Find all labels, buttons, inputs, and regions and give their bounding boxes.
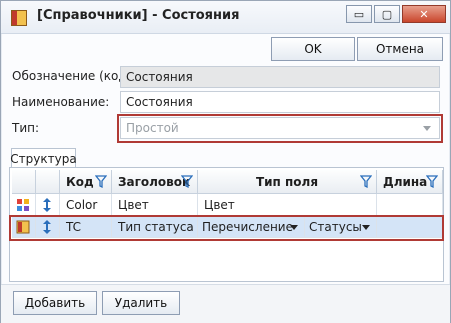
row-order-cell[interactable] [36, 194, 60, 216]
cell-length[interactable] [377, 194, 443, 216]
code-field[interactable]: Состояния [120, 66, 440, 88]
minimize-button[interactable]: ▭ [346, 5, 372, 23]
type-select-value: Простой [126, 121, 179, 135]
grid-header-title-label: Заголовок [118, 174, 191, 189]
grid-header-code-label: Код [66, 174, 94, 189]
row-order-cell[interactable] [36, 216, 60, 238]
palette-dots-icon [17, 198, 29, 211]
reference-dropdown-value: Статусы [309, 219, 362, 234]
grid-header-order-col [36, 170, 60, 194]
window-controls: ▭ ▢ ✕ [346, 5, 446, 23]
up-down-arrow-icon[interactable] [42, 197, 52, 213]
book-icon [16, 220, 30, 233]
cell-title[interactable]: Тип статуса [112, 216, 198, 238]
add-button[interactable]: Добавить [13, 291, 97, 315]
cell-reference-select[interactable]: Статусы [305, 216, 377, 238]
app-icon [11, 10, 27, 26]
grid-header-field-type-label: Тип поля [255, 174, 319, 189]
dialog-window: [Справочники] - Состояния ▭ ▢ ✕ OK Отмен… [0, 0, 451, 323]
cell-title[interactable]: Цвет [112, 194, 198, 216]
ok-button[interactable]: OK [271, 37, 355, 61]
chevron-down-icon[interactable] [362, 225, 370, 230]
name-field[interactable]: Состояния [120, 91, 440, 113]
chevron-down-icon [423, 126, 431, 131]
structure-panel: Код Заголовок Тип поля Длина Color Цвет … [9, 167, 444, 282]
title-bar[interactable]: [Справочники] - Состояния ▭ ▢ ✕ [1, 1, 450, 34]
cell-field-type-select[interactable]: Перечисление [198, 216, 305, 238]
field-type-dropdown[interactable]: Перечисление [202, 216, 304, 237]
filter-icon[interactable] [360, 175, 372, 188]
grid-header-length[interactable]: Длина [377, 170, 443, 194]
maximize-icon: ▢ [381, 7, 393, 21]
filter-icon[interactable] [426, 175, 438, 188]
type-label: Тип: [12, 121, 40, 135]
name-label: Наименование: [12, 95, 110, 109]
grid-header-code[interactable]: Код [60, 170, 112, 194]
close-icon: ✕ [419, 7, 429, 21]
code-label: Обозначение (код): [12, 69, 136, 83]
grid-header-icon-col [12, 170, 36, 194]
footer-bar: Добавить Удалить [1, 284, 450, 323]
grid-header-field-type[interactable]: Тип поля [198, 170, 377, 194]
filter-icon[interactable] [95, 175, 107, 188]
cancel-button[interactable]: Отмена [357, 37, 443, 61]
type-select[interactable]: Простой [120, 117, 440, 139]
chevron-down-icon[interactable] [290, 225, 298, 230]
maximize-button[interactable]: ▢ [374, 5, 400, 23]
grid-header-title[interactable]: Заголовок [112, 170, 198, 194]
tab-structure[interactable]: Структура [10, 148, 77, 168]
cell-code[interactable]: Color [60, 194, 112, 216]
filter-icon[interactable] [181, 175, 193, 188]
cell-field-type[interactable]: Цвет [198, 194, 377, 216]
delete-button[interactable]: Удалить [102, 291, 180, 315]
row-type-icon-cell [12, 194, 36, 216]
row-type-icon-cell [12, 216, 36, 238]
grid-header-length-label: Длина [383, 174, 428, 189]
window-title: [Справочники] - Состояния [37, 8, 240, 23]
up-down-arrow-icon[interactable] [42, 219, 52, 235]
field-type-dropdown-value: Перечисление [202, 219, 293, 234]
cell-length[interactable] [377, 216, 443, 238]
reference-dropdown[interactable]: Статусы [309, 216, 376, 237]
cell-code[interactable]: TC [60, 216, 112, 238]
close-button[interactable]: ✕ [402, 5, 446, 23]
minimize-icon: ▭ [353, 7, 365, 21]
